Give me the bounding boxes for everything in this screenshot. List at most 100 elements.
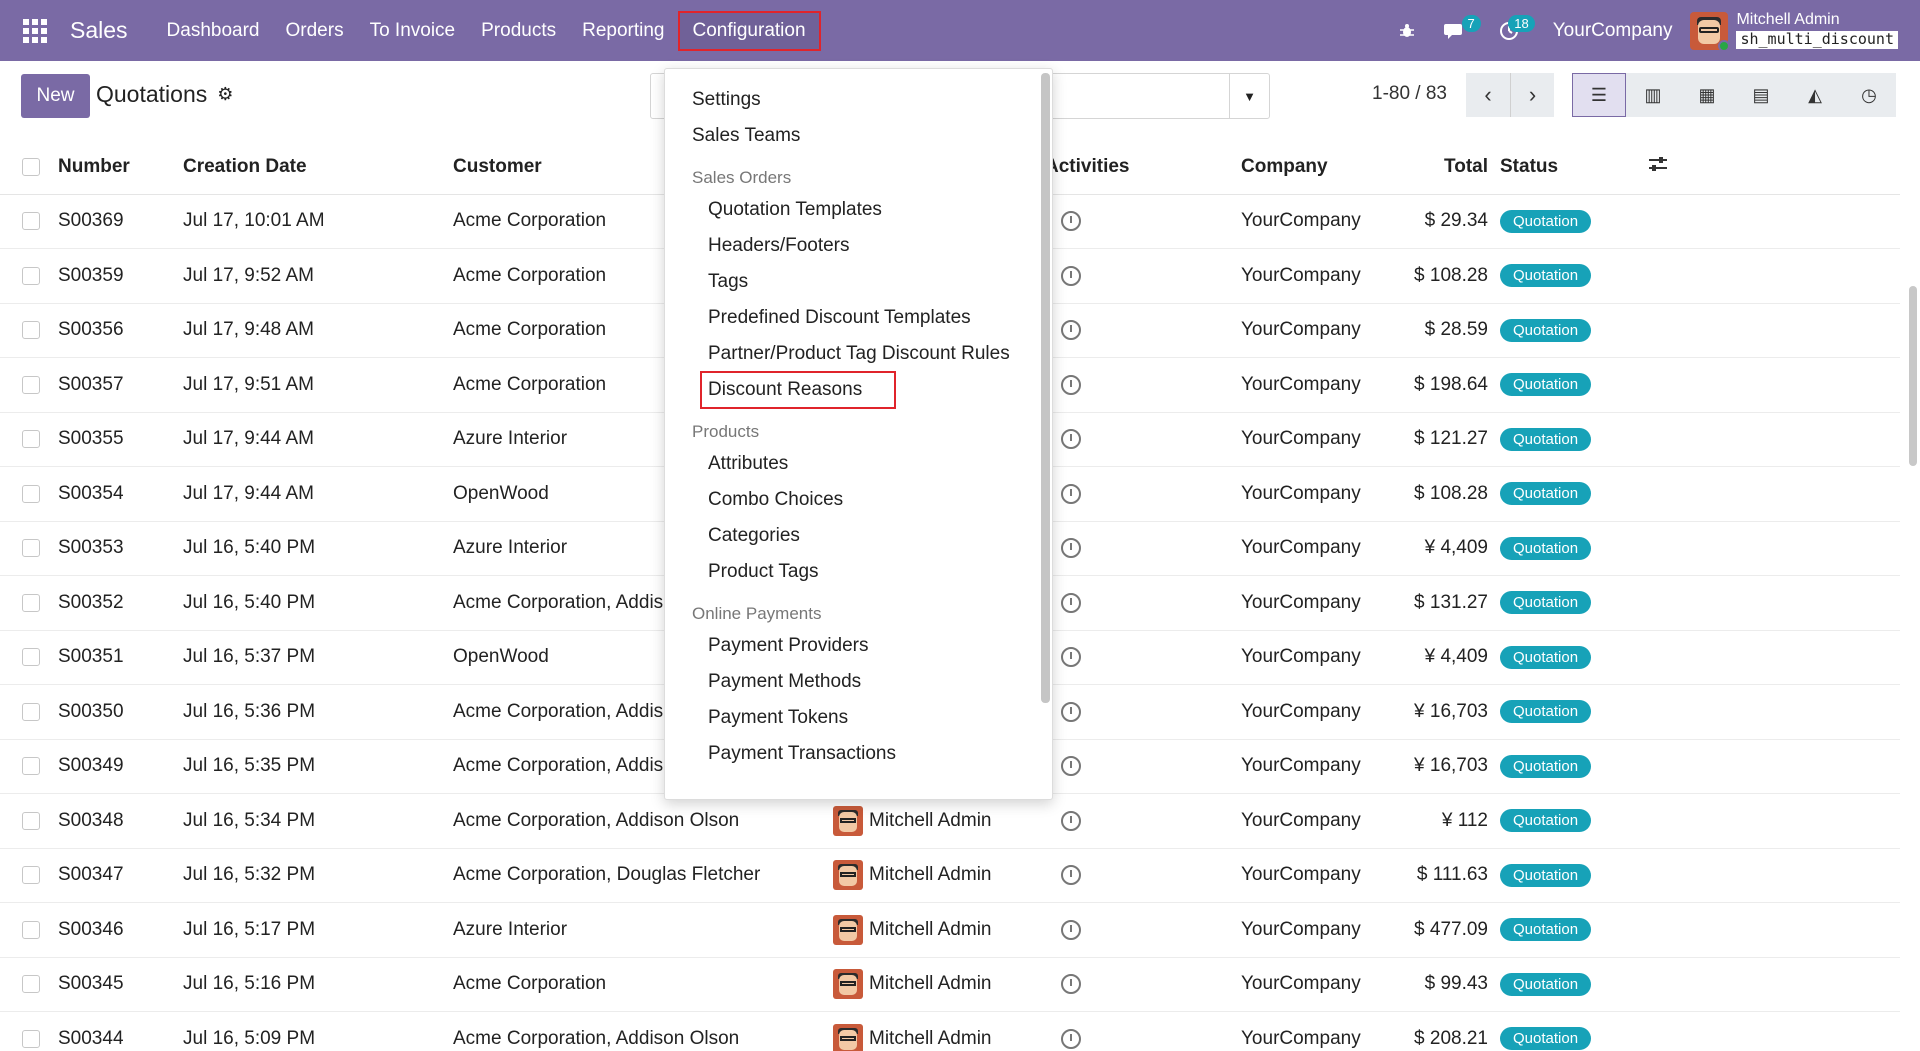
chevron-left-icon[interactable]: ‹ xyxy=(1466,73,1510,117)
menu-products[interactable]: Products xyxy=(468,13,569,49)
row-checkbox[interactable] xyxy=(0,902,58,958)
row-checkbox[interactable] xyxy=(0,248,58,304)
column-total[interactable]: Total xyxy=(1338,141,1500,195)
status-badge: Quotation xyxy=(1500,863,1592,887)
row-checkbox[interactable] xyxy=(0,793,58,849)
menu-item-categories[interactable]: Categories xyxy=(665,518,1052,554)
clock-icon[interactable] xyxy=(1061,701,1081,722)
menu-item-predefined-discount-templates[interactable]: Predefined Discount Templates xyxy=(665,300,1052,336)
column-activities[interactable]: Activities xyxy=(1045,141,1241,195)
menu-item-payment-transactions[interactable]: Payment Transactions xyxy=(665,736,1052,772)
menu-item-quotation-templates[interactable]: Quotation Templates xyxy=(665,192,1052,228)
menu-item-partner-product-tag-discount-rules[interactable]: Partner/Product Tag Discount Rules xyxy=(665,336,1052,372)
clock-icon[interactable]: 18 xyxy=(1489,11,1535,51)
clock-icon[interactable] xyxy=(1061,320,1081,341)
table-row[interactable]: S00345 Jul 16, 5:16 PM Acme Corporation Mit… xyxy=(0,957,1900,1012)
select-all-checkbox[interactable] xyxy=(0,141,58,195)
row-checkbox[interactable] xyxy=(0,957,58,1012)
menu-item-discount-reasons[interactable]: Discount Reasons xyxy=(665,371,1052,409)
clock-icon[interactable] xyxy=(1061,483,1081,504)
menu-item-attributes[interactable]: Attributes xyxy=(665,446,1052,482)
clock-icon[interactable] xyxy=(1061,919,1081,940)
row-checkbox[interactable] xyxy=(0,630,58,685)
pager-value[interactable]: 1-80 / 83 xyxy=(1372,83,1447,105)
row-checkbox[interactable] xyxy=(0,684,58,740)
menu-item-combo-choices[interactable]: Combo Choices xyxy=(665,482,1052,518)
table-row[interactable]: S00346 Jul 16, 5:17 PM Azure Interior Mitch… xyxy=(0,902,1900,958)
table-row[interactable]: S00344 Jul 16, 5:09 PM Acme Corporation, A… xyxy=(0,1011,1900,1051)
table-row[interactable]: S00347 Jul 16, 5:32 PM Acme Corporation, D… xyxy=(0,848,1900,903)
menu-item-label: Partner/Product Tag Discount Rules xyxy=(708,343,1010,364)
activity-cell xyxy=(1045,575,1241,631)
clock-icon[interactable] xyxy=(1061,429,1081,450)
creation-date: Jul 16, 5:09 PM xyxy=(183,1011,453,1051)
menu-item-payment-providers[interactable]: Payment Providers xyxy=(665,628,1052,664)
menu-item-tags[interactable]: Tags xyxy=(665,264,1052,300)
apps-grid-icon[interactable] xyxy=(0,0,70,61)
status-cell: Quotation xyxy=(1500,739,1900,794)
column-company[interactable]: Company xyxy=(1241,141,1338,195)
menu-item-payment-tokens[interactable]: Payment Tokens xyxy=(665,700,1052,736)
table-row[interactable]: S00348 Jul 16, 5:34 PM Acme Corporation, A… xyxy=(0,793,1900,849)
menu-dashboard[interactable]: Dashboard xyxy=(154,13,273,49)
menu-item-sales-teams[interactable]: Sales Teams xyxy=(665,118,1052,154)
clock-icon[interactable] xyxy=(1061,538,1081,559)
row-checkbox[interactable] xyxy=(0,303,58,358)
list-scrollbar[interactable] xyxy=(1906,141,1920,1051)
clock-icon[interactable] xyxy=(1061,211,1081,232)
menu-orders[interactable]: Orders xyxy=(273,13,357,49)
clock-icon[interactable] xyxy=(1061,1028,1081,1049)
row-checkbox[interactable] xyxy=(0,575,58,631)
column-number[interactable]: Number xyxy=(58,141,183,195)
clock-icon[interactable] xyxy=(1061,265,1081,286)
calendar-view-icon[interactable]: ▦ xyxy=(1680,73,1734,117)
menu-item-settings[interactable]: Settings xyxy=(665,82,1052,118)
row-checkbox[interactable] xyxy=(0,412,58,467)
row-checkbox[interactable] xyxy=(0,848,58,903)
column-status[interactable]: Status xyxy=(1500,156,1558,177)
menu-reporting[interactable]: Reporting xyxy=(569,13,677,49)
new-button[interactable]: New xyxy=(21,74,90,118)
clock-icon[interactable] xyxy=(1061,810,1081,831)
chevron-right-icon[interactable]: › xyxy=(1510,73,1554,117)
clock-icon[interactable] xyxy=(1061,865,1081,886)
graph-view-icon[interactable]: ◭ xyxy=(1788,73,1842,117)
column-creation-date[interactable]: Creation Date xyxy=(183,141,453,195)
user-menu[interactable]: Mitchell Admin sh_multi_discount xyxy=(1736,11,1898,49)
menu-item-headers-footers[interactable]: Headers/Footers xyxy=(665,228,1052,264)
clock-icon[interactable] xyxy=(1061,374,1081,395)
row-checkbox[interactable] xyxy=(0,521,58,576)
avatar[interactable] xyxy=(1690,11,1729,50)
optional-columns-icon[interactable] xyxy=(1648,155,1668,179)
row-checkbox[interactable] xyxy=(0,739,58,794)
bug-icon[interactable] xyxy=(1387,11,1427,51)
menu-item-payment-methods[interactable]: Payment Methods xyxy=(665,664,1052,700)
clock-icon[interactable] xyxy=(1061,592,1081,613)
kanban-view-icon[interactable]: ▥ xyxy=(1626,73,1680,117)
pivot-view-icon[interactable]: ▤ xyxy=(1734,73,1788,117)
dropdown-scrollbar[interactable] xyxy=(1041,73,1050,703)
company-switcher[interactable]: YourCompany xyxy=(1553,20,1673,42)
activity-view-icon[interactable]: ◷ xyxy=(1842,73,1896,117)
row-checkbox[interactable] xyxy=(0,466,58,522)
app-brand[interactable]: Sales xyxy=(70,17,128,44)
row-checkbox[interactable] xyxy=(0,357,58,413)
menu-configuration[interactable]: Configuration xyxy=(677,10,821,51)
search-options-toggle[interactable]: ▼ xyxy=(1229,74,1269,118)
clock-icon[interactable] xyxy=(1061,756,1081,777)
menu-item-label: Product Tags xyxy=(708,561,819,582)
total: $ 108.28 xyxy=(1338,248,1500,304)
menu-to-invoice[interactable]: To Invoice xyxy=(357,13,469,49)
clock-icon[interactable] xyxy=(1061,647,1081,668)
company: YourCompany xyxy=(1241,793,1361,849)
chat-icon[interactable]: 7 xyxy=(1435,11,1481,51)
settings-gear-icon[interactable]: ⚙ xyxy=(217,84,233,105)
list-scrollbar-thumb[interactable] xyxy=(1909,286,1917,466)
row-checkbox[interactable] xyxy=(0,194,58,249)
clock-icon[interactable] xyxy=(1061,974,1081,995)
list-view-icon[interactable]: ☰ xyxy=(1572,73,1626,117)
row-checkbox[interactable] xyxy=(0,1011,58,1051)
company: YourCompany xyxy=(1241,684,1361,740)
menu-item-product-tags[interactable]: Product Tags xyxy=(665,554,1052,590)
salesperson-cell: Mitchell Admin xyxy=(833,793,1045,849)
